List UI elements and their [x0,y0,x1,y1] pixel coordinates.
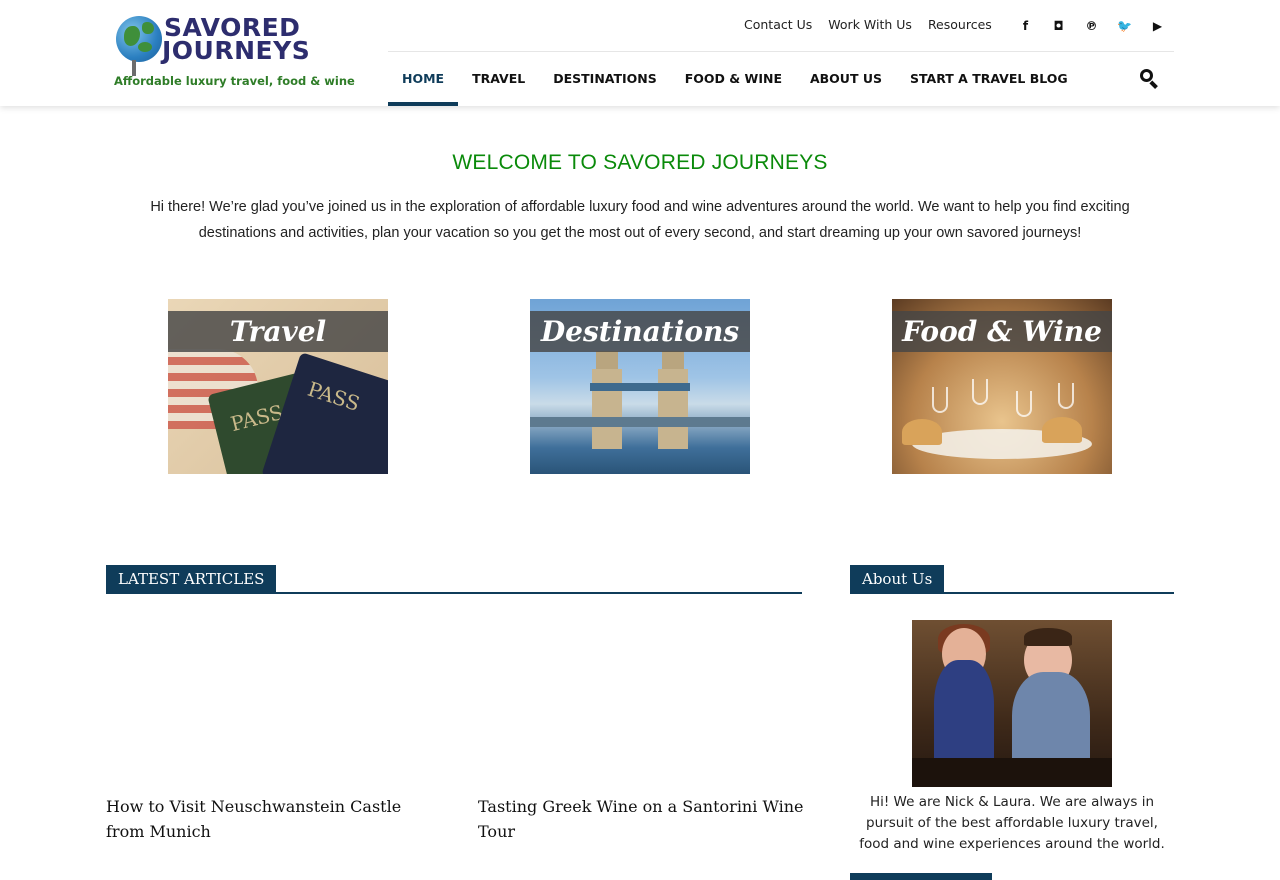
destinations-tile[interactable]: Destinations [530,299,750,474]
article-card[interactable]: Tasting Greek Wine on a Santorini Wine T… [478,794,808,844]
about-read-more-button[interactable] [850,873,992,880]
article-card[interactable]: How to Visit Neuschwanstein Castle from … [106,794,436,844]
destinations-tile-label: Destinations [540,315,740,348]
nav-about-us[interactable]: ABOUT US [796,53,896,106]
work-with-us-link[interactable]: Work With Us [828,17,912,32]
pinterest-icon[interactable]: ℗ [1075,14,1108,38]
travel-tile-label: Travel [229,315,327,348]
logo-line-2: JOURNEYS [162,36,311,65]
latest-articles-header: LATEST ARTICLES [106,565,802,594]
wine-glass-image [972,379,988,405]
latest-articles-title: LATEST ARTICLES [106,565,277,592]
wine-glass-image [1058,383,1074,409]
welcome-title: WELCOME TO SAVORED JOURNEYS [452,151,828,174]
travel-tile[interactable]: PASS PASS Travel [168,299,388,474]
nav-home[interactable]: HOME [388,53,459,106]
contact-us-link[interactable]: Contact Us [744,17,812,32]
nav-travel[interactable]: TRAVEL [458,53,539,106]
food-wine-tile-label: Food & Wine [902,315,1102,348]
wine-glass-image [932,387,948,413]
globe-icon [116,16,162,62]
food-wine-tile[interactable]: Food & Wine [892,299,1112,474]
twitter-icon[interactable]: 🐦 [1108,14,1141,38]
bridge-tower [592,351,622,449]
site-header: SAVORED JOURNEYS Affordable luxury trave… [0,0,1280,106]
welcome-text: Hi there! We’re glad you’ve joined us in… [150,199,1130,241]
resources-link[interactable]: Resources [928,17,992,32]
main-nav: HOME TRAVEL DESTINATIONS FOOD & WINE ABO… [388,53,1082,106]
logo-tagline: Affordable luxury travel, food & wine [114,74,355,88]
top-links: Contact Us Work With Us Resources [744,17,992,32]
article-title[interactable]: How to Visit Neuschwanstein Castle from … [106,794,436,844]
about-photo [912,620,1112,787]
facebook-icon[interactable]: f [1009,14,1042,38]
youtube-icon[interactable]: ▶ [1141,14,1174,38]
wine-glass-image [1016,391,1032,417]
search-icon[interactable] [1140,69,1160,89]
nav-destinations[interactable]: DESTINATIONS [539,53,671,106]
about-us-title: About Us [850,565,945,592]
about-text: Hi! We are Nick & Laura. We are always i… [859,794,1165,852]
site-logo[interactable]: SAVORED JOURNEYS Affordable luxury trave… [106,14,355,94]
about-us-header: About Us [850,565,1174,594]
article-title[interactable]: Tasting Greek Wine on a Santorini Wine T… [478,794,808,844]
nav-start-travel-blog[interactable]: START A TRAVEL BLOG [896,53,1082,106]
logo-title: SAVORED JOURNEYS [162,15,311,65]
bridge-tower [658,351,688,449]
instagram-icon[interactable]: ◘ [1042,14,1075,38]
top-bar: Contact Us Work With Us Resources f ◘ ℗ … [388,0,1174,52]
social-links: f ◘ ℗ 🐦 ▶ [1009,14,1174,38]
nav-food-wine[interactable]: FOOD & WINE [671,53,796,106]
